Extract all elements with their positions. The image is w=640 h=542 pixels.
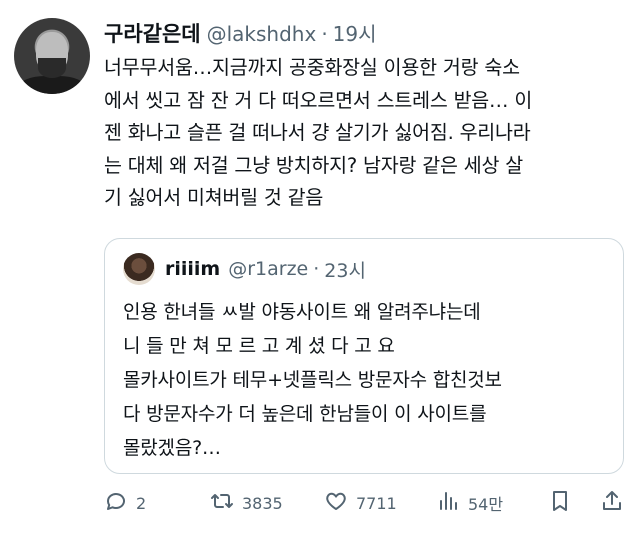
tweet-timestamp[interactable]: 19시 bbox=[333, 18, 377, 47]
quoted-tweet[interactable]: riiiim @r1arze · 23시 인용 한녀들 ㅆ발 야동사이트 왜 알… bbox=[104, 238, 624, 474]
header-separator: · bbox=[321, 22, 328, 46]
reply-count: 2 bbox=[136, 493, 147, 513]
quoted-tweet-header: riiiim @r1arze · 23시 bbox=[165, 253, 366, 285]
like-button[interactable]: 7711 bbox=[324, 486, 397, 520]
avatar-shoulders bbox=[18, 76, 86, 94]
share-icon bbox=[600, 489, 624, 517]
avatar-beard bbox=[38, 58, 66, 78]
quoted-author-handle: @r1arze bbox=[228, 258, 309, 280]
quoted-author-avatar[interactable] bbox=[123, 253, 155, 285]
quoted-tweet-timestamp: 23시 bbox=[324, 259, 366, 282]
views-count: 54만 bbox=[468, 495, 504, 514]
quoted-author-display-name: riiiim bbox=[165, 258, 221, 280]
quoted-header-separator: · bbox=[313, 258, 320, 280]
action-bar: 2 3835 7711 54만 bbox=[104, 486, 624, 520]
author-avatar[interactable] bbox=[14, 18, 90, 94]
tweet-text: 너무무서움…지금까지 공중화장실 이용한 거랑 숙소 에서 씻고 잠 잔 거 다… bbox=[104, 56, 533, 209]
views-icon bbox=[436, 489, 460, 517]
bookmark-button[interactable] bbox=[548, 486, 572, 520]
views-button[interactable]: 54만 bbox=[436, 486, 503, 520]
author-handle[interactable]: @lakshdhx bbox=[207, 22, 317, 46]
like-count: 7711 bbox=[356, 493, 397, 513]
retweet-button[interactable]: 3835 bbox=[210, 486, 283, 520]
reply-button[interactable]: 2 bbox=[104, 486, 146, 520]
retweet-icon bbox=[210, 489, 234, 517]
share-button[interactable] bbox=[600, 486, 624, 520]
bookmark-icon bbox=[548, 489, 572, 517]
heart-icon bbox=[324, 489, 348, 517]
quoted-tweet-text: 인용 한녀들 ㅆ발 야동사이트 왜 알려주냐는데 니 들 만 쳐 모 르 고 계… bbox=[123, 301, 502, 459]
author-display-name[interactable]: 구라같은데 bbox=[104, 18, 201, 48]
reply-icon bbox=[104, 489, 128, 517]
tweet-header: 구라같은데 @lakshdhx · 19시 bbox=[104, 18, 377, 48]
retweet-count: 3835 bbox=[242, 493, 283, 513]
